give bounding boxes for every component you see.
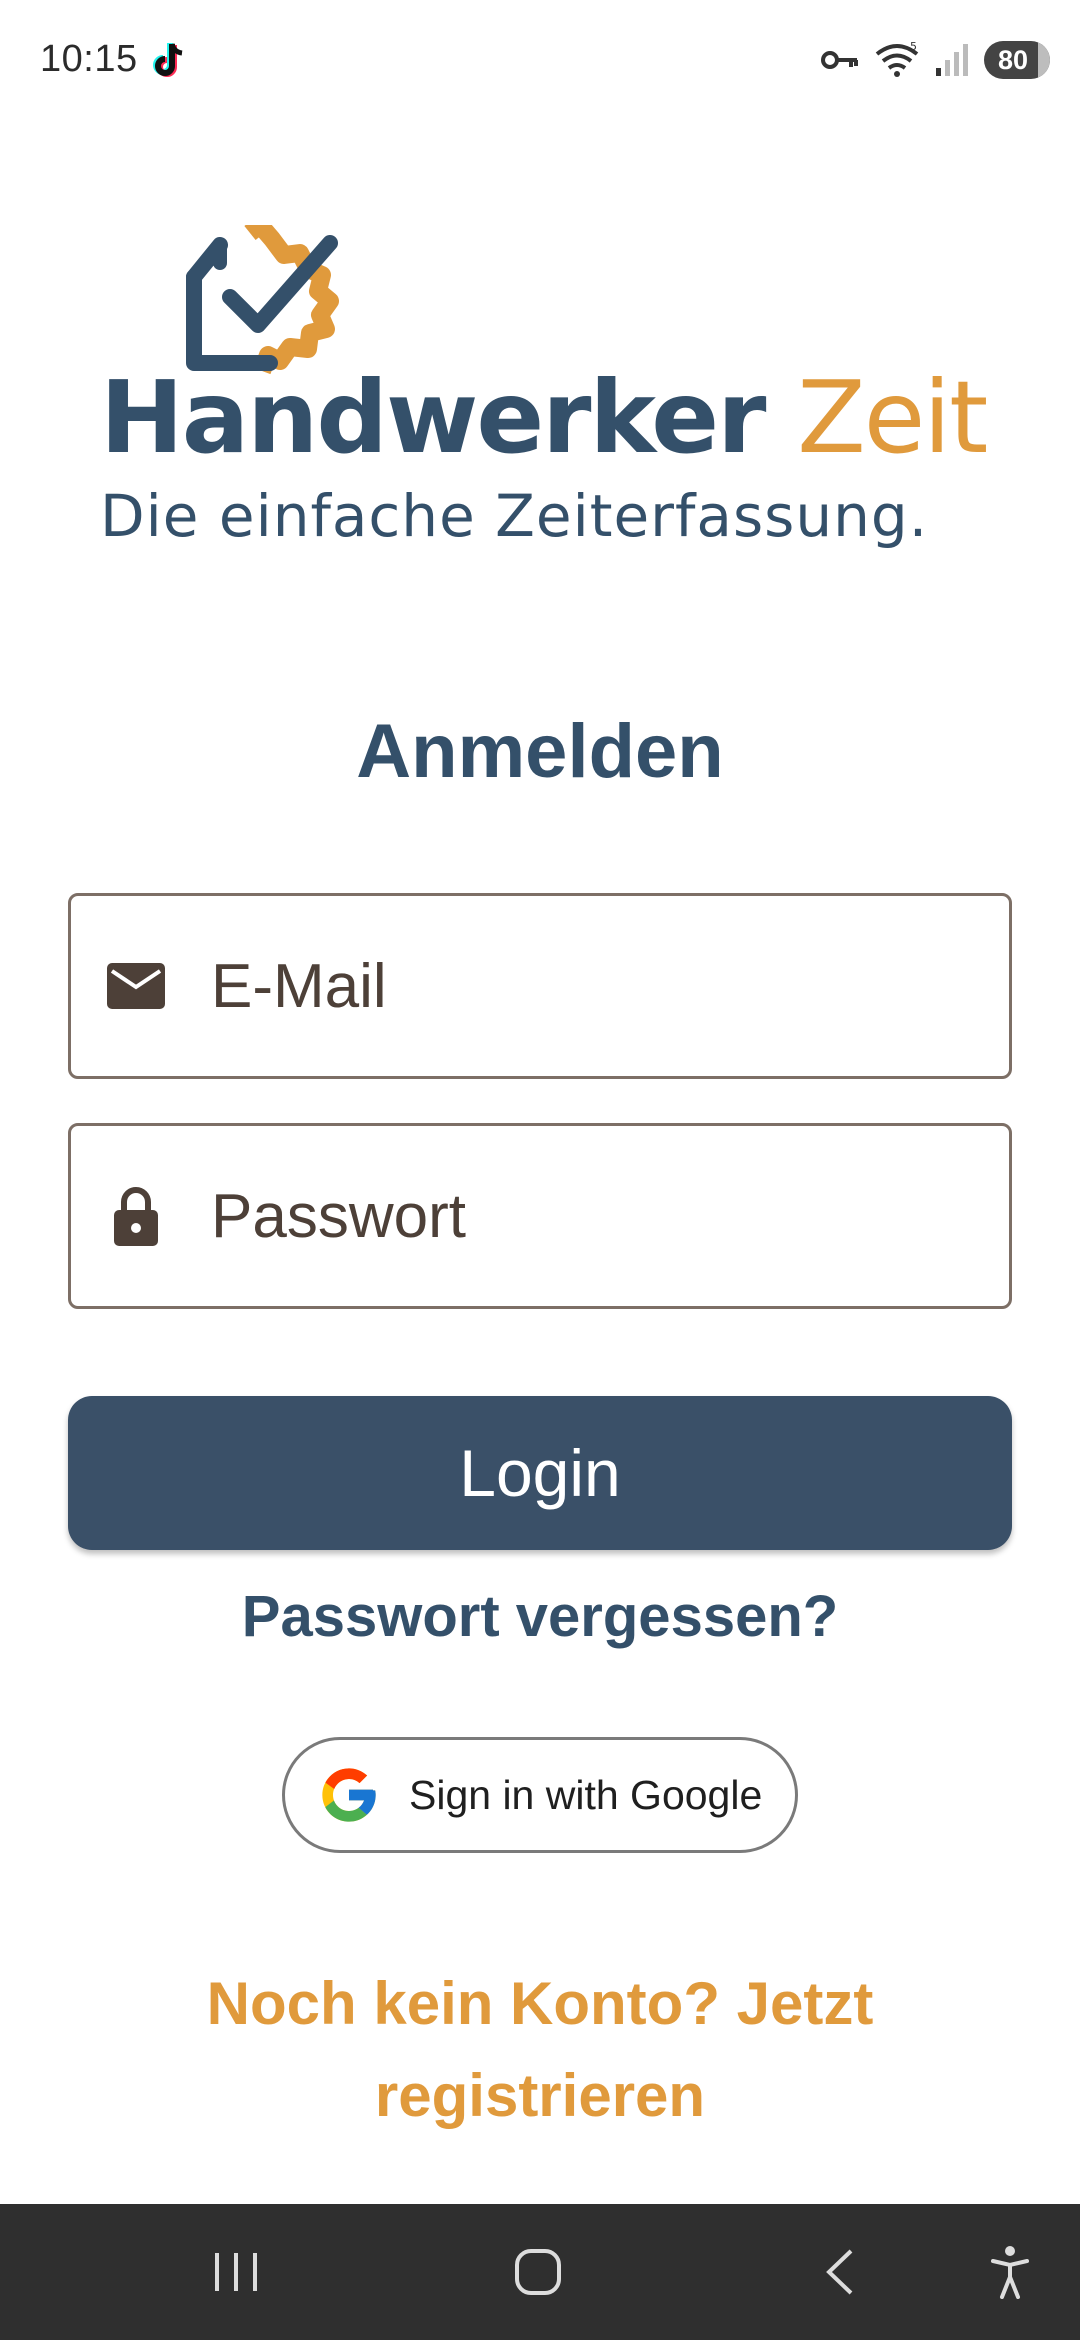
google-sign-in-button[interactable]: Sign in with Google bbox=[282, 1737, 798, 1853]
back-icon[interactable] bbox=[790, 2204, 890, 2340]
status-icons: 5 80 bbox=[820, 38, 1050, 82]
house-check-logo-icon bbox=[180, 216, 350, 380]
password-input[interactable] bbox=[211, 1180, 971, 1252]
google-icon bbox=[322, 1768, 376, 1822]
recents-icon[interactable] bbox=[186, 2204, 286, 2340]
home-icon[interactable] bbox=[488, 2204, 588, 2340]
mail-icon bbox=[106, 956, 166, 1016]
page-title: Anmelden bbox=[356, 709, 724, 794]
status-bar: 10:15 5 80 bbox=[0, 0, 1080, 120]
battery-level: 80 bbox=[997, 44, 1029, 75]
accessibility-icon[interactable] bbox=[960, 2204, 1060, 2340]
signal-icon bbox=[934, 42, 970, 78]
forgot-password-link[interactable]: Passwort vergessen? bbox=[0, 1583, 1080, 1650]
email-input[interactable] bbox=[211, 950, 971, 1022]
vpn-key-icon bbox=[820, 48, 860, 72]
logo-word-handwerker: Handwerker bbox=[100, 359, 766, 476]
navigation-bar bbox=[0, 2204, 1080, 2340]
email-field[interactable] bbox=[68, 893, 1012, 1079]
password-field[interactable] bbox=[68, 1123, 1012, 1309]
lock-icon bbox=[106, 1186, 166, 1246]
logo-word-zeit: Zeit bbox=[797, 359, 988, 476]
logo-tagline: Die einfache Zeiterfassung. bbox=[100, 482, 929, 550]
google-sign-in-label: Sign in with Google bbox=[409, 1771, 763, 1818]
battery-icon: 80 bbox=[984, 41, 1050, 79]
register-link[interactable]: Noch kein Konto? Jetzt registrieren bbox=[90, 1958, 990, 2142]
wifi-icon: 5 bbox=[874, 40, 920, 80]
status-time: 10:15 bbox=[40, 38, 138, 80]
login-screen: 10:15 5 80 Handwerker Zeit Die einfache … bbox=[0, 0, 1080, 2340]
logo-wordmark: Handwerker Zeit bbox=[100, 368, 990, 468]
svg-text:5: 5 bbox=[910, 40, 917, 53]
tiktok-icon bbox=[150, 40, 190, 82]
login-button[interactable]: Login bbox=[68, 1396, 1012, 1550]
